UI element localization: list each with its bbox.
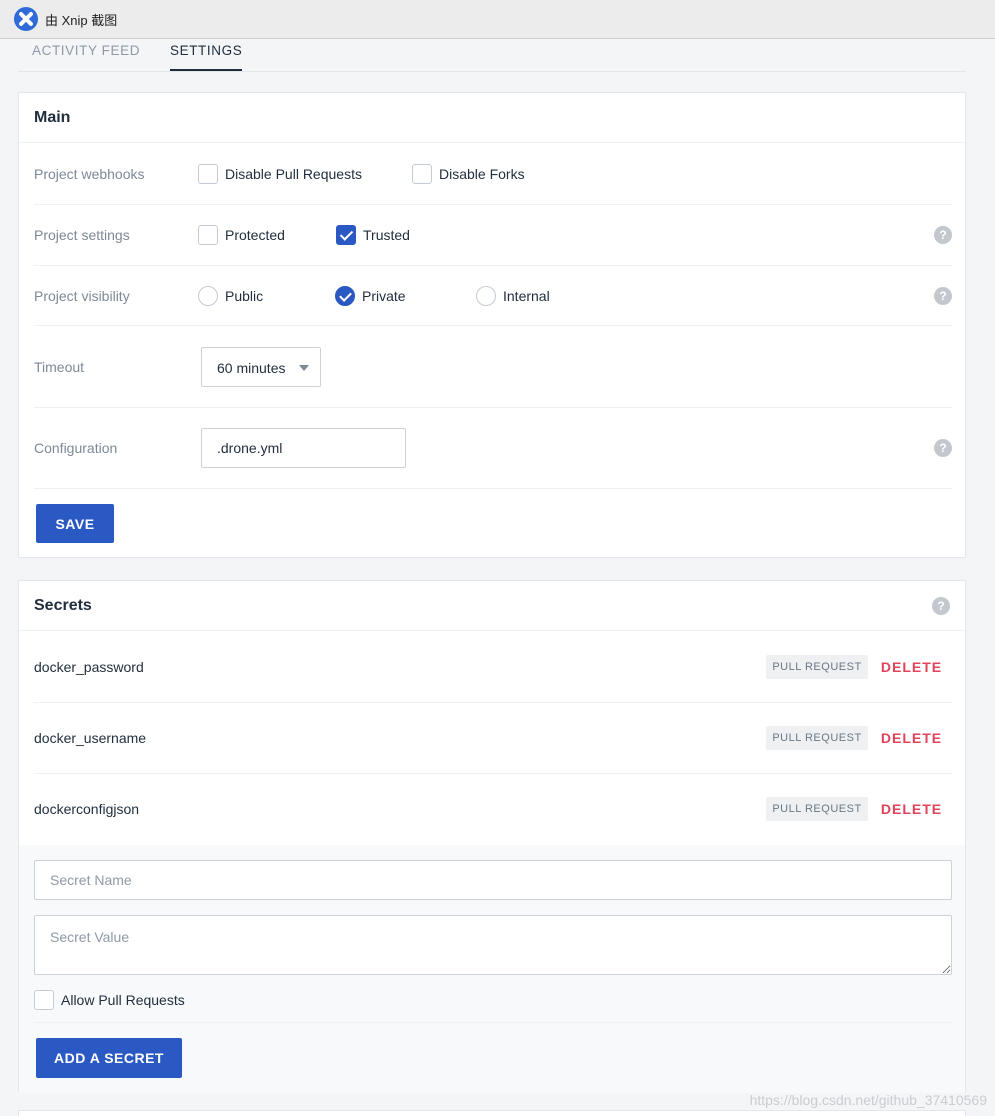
help-icon[interactable]: ? [934, 287, 952, 305]
visibility-private-radio[interactable]: Private [335, 286, 406, 306]
webhooks-row: Project webhooks Disable Pull Requests D… [34, 144, 952, 205]
save-button[interactable]: SAVE [36, 504, 114, 543]
secrets-card-title: Secrets [34, 597, 92, 614]
main-card-header: Main [19, 93, 965, 143]
configuration-row: Configuration ? [34, 408, 952, 489]
chevron-down-icon [299, 365, 309, 371]
watermark: https://blog.csdn.net/github_37410569 [749, 1092, 987, 1108]
pull-request-badge: PULL REQUEST [766, 797, 868, 821]
secret-name: dockerconfigjson [34, 801, 140, 817]
trusted-checkbox[interactable]: Trusted [336, 225, 410, 245]
radio-label: Public [225, 288, 264, 304]
configuration-input[interactable] [201, 428, 406, 468]
checkbox-box[interactable] [412, 164, 432, 184]
radio-circle[interactable] [476, 286, 496, 306]
window-titlebar: 由 Xnip 截图 [0, 0, 995, 39]
pull-request-badge: PULL REQUEST [766, 655, 868, 679]
main-settings-card: Main Project webhooks Disable Pull Reque… [18, 92, 966, 558]
disable-pull-requests-checkbox[interactable]: Disable Pull Requests [198, 164, 362, 184]
pull-request-badge: PULL REQUEST [766, 726, 868, 750]
timeout-row: Timeout 60 minutes [34, 326, 952, 408]
visibility-label: Project visibility [34, 288, 130, 304]
checkbox-box[interactable] [198, 225, 218, 245]
radio-label: Private [362, 288, 406, 304]
timeout-select[interactable]: 60 minutes [201, 347, 321, 387]
secret-value-textarea[interactable] [34, 915, 952, 975]
webhooks-label: Project webhooks [34, 166, 145, 182]
disable-forks-checkbox[interactable]: Disable Forks [412, 164, 525, 184]
delete-secret-button[interactable]: DELETE [879, 801, 944, 817]
visibility-public-radio[interactable]: Public [198, 286, 263, 306]
add-secret-button[interactable]: ADD A SECRET [36, 1038, 182, 1078]
radio-circle-selected[interactable] [335, 286, 355, 306]
divider [34, 1022, 952, 1023]
secrets-card-header: Secrets ? [19, 581, 965, 631]
add-secret-form: Allow Pull Requests ADD A SECRET [19, 845, 965, 1093]
tab-activity-feed[interactable]: ACTIVITY FEED [32, 43, 140, 71]
help-icon[interactable]: ? [934, 226, 952, 244]
secret-name: docker_password [34, 659, 144, 675]
checkbox-label: Allow Pull Requests [61, 992, 185, 1008]
checkbox-label: Trusted [363, 227, 410, 243]
secret-name-input[interactable] [34, 860, 952, 900]
secret-name: docker_username [34, 730, 147, 746]
protected-checkbox[interactable]: Protected [198, 225, 285, 245]
timeout-label: Timeout [34, 359, 85, 375]
secret-row: docker_password PULL REQUEST DELETE [34, 632, 952, 703]
visibility-internal-radio[interactable]: Internal [476, 286, 550, 306]
allow-pull-requests-checkbox[interactable]: Allow Pull Requests [34, 990, 185, 1010]
radio-label: Internal [503, 288, 550, 304]
checkbox-box[interactable] [198, 164, 218, 184]
checkbox-label: Disable Pull Requests [225, 166, 362, 182]
project-settings-label: Project settings [34, 227, 130, 243]
checkbox-label: Protected [225, 227, 285, 243]
tab-settings[interactable]: SETTINGS [170, 43, 243, 71]
tab-bar: ACTIVITY FEED SETTINGS [18, 40, 966, 72]
delete-secret-button[interactable]: DELETE [879, 659, 944, 675]
secret-row: dockerconfigjson PULL REQUEST DELETE [34, 774, 952, 845]
secrets-card: Secrets ? docker_password PULL REQUEST D… [18, 580, 966, 1093]
checkbox-box-checked[interactable] [336, 225, 356, 245]
configuration-label: Configuration [34, 440, 118, 456]
xnip-logo-icon [14, 7, 38, 31]
secret-row: docker_username PULL REQUEST DELETE [34, 703, 952, 774]
project-settings-row: Project settings Protected Trusted ? [34, 205, 952, 266]
timeout-value: 60 minutes [217, 360, 286, 376]
delete-secret-button[interactable]: DELETE [879, 730, 944, 746]
help-icon[interactable]: ? [934, 439, 952, 457]
window-title: 由 Xnip 截图 [45, 12, 118, 28]
checkbox-label: Disable Forks [439, 166, 525, 182]
radio-circle[interactable] [198, 286, 218, 306]
main-card-title: Main [34, 109, 71, 126]
checkbox-box[interactable] [34, 990, 54, 1010]
visibility-row: Project visibility Public Private Intern… [34, 266, 952, 326]
next-card-edge [18, 1110, 966, 1116]
help-icon[interactable]: ? [932, 597, 950, 615]
